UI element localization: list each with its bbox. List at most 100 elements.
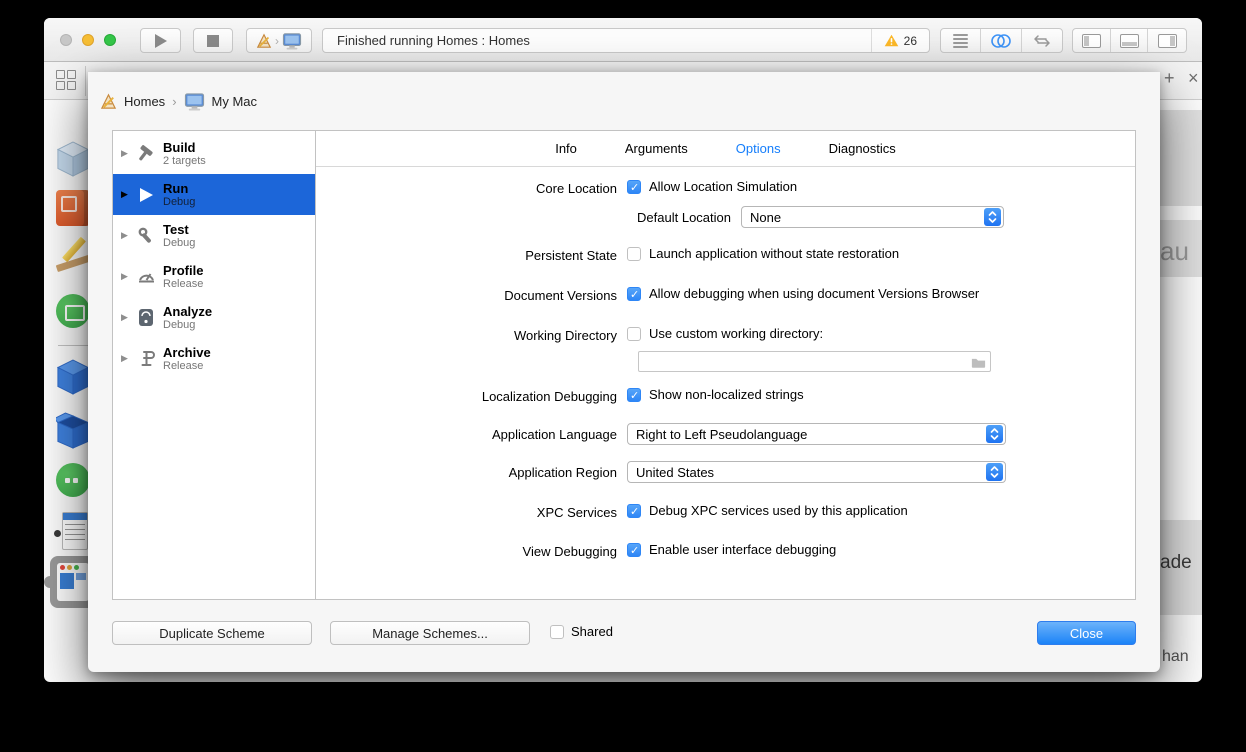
assistant-editor-button[interactable]	[981, 29, 1022, 52]
traffic-close-button[interactable]	[60, 34, 72, 46]
breadcrumb-destination[interactable]: My Mac	[212, 94, 258, 109]
shared-checkbox[interactable]	[550, 624, 564, 639]
allow-location-simulation-checkbox[interactable]	[627, 179, 641, 194]
dot-icon	[54, 530, 61, 537]
assistant-editor-icon	[991, 33, 1011, 48]
blue-cube-icon[interactable]	[56, 358, 90, 401]
sidebar-item-subtitle: Release	[163, 359, 204, 372]
checkbox-label: Debug XPC services used by this applicat…	[649, 503, 908, 518]
sidebar-item-analyze[interactable]: ▶ Analyze Debug	[113, 297, 315, 338]
sidebar-item-test[interactable]: ▶ Test Debug	[113, 215, 315, 256]
custom-working-directory-checkbox[interactable]	[627, 326, 641, 341]
sidebar-item-title: Analyze	[163, 303, 213, 319]
divider	[58, 345, 88, 346]
disclosure-icon[interactable]: ▶	[121, 312, 131, 323]
inspector-toggle-button[interactable]	[1148, 29, 1186, 52]
sidebar-item-title: Run	[163, 180, 189, 196]
form-row-working-directory-field	[316, 351, 1135, 372]
sidebar-item-subtitle: Debug	[163, 236, 196, 249]
disclosure-icon[interactable]: ▶	[121, 271, 131, 282]
row-label: XPC Services	[536, 505, 617, 520]
scheme-panel: ▶ Build 2 targets ▶ Run Debug ▶ Test Deb…	[112, 130, 1136, 600]
disclosure-icon[interactable]: ▶	[121, 189, 131, 200]
popup-stepper-icon	[986, 463, 1003, 481]
traffic-zoom-button[interactable]	[104, 34, 116, 46]
breadcrumb-scheme-name[interactable]: Homes	[124, 94, 165, 109]
state-restoration-checkbox[interactable]	[627, 246, 641, 261]
navigator-panel-icon	[1081, 33, 1101, 48]
manage-schemes-button[interactable]: Manage Schemes...	[330, 621, 530, 645]
application-region-popup[interactable]: United States	[627, 461, 1006, 483]
test-icon	[135, 225, 157, 247]
sidebar-item-title: Profile	[163, 262, 204, 278]
warning-count: 26	[903, 33, 917, 48]
analyze-icon	[135, 307, 157, 329]
warning-badge[interactable]: 26	[870, 29, 929, 52]
grid-icon[interactable]	[56, 70, 78, 92]
close-tab-button[interactable]: ×	[1188, 68, 1199, 89]
stop-button[interactable]	[193, 28, 233, 53]
sidebar-item-title: Archive	[163, 344, 211, 360]
form-row-application-language: Application Language Right to Left Pseud…	[316, 423, 1135, 445]
options-pane: Info Arguments Options Diagnostics Core …	[316, 131, 1135, 599]
disclosure-icon[interactable]: ▶	[121, 353, 131, 364]
chevron-right-icon: ›	[172, 94, 177, 109]
warning-icon	[884, 34, 898, 47]
glass-cube-icon[interactable]	[56, 140, 90, 183]
scheme-selector[interactable]: ›	[246, 28, 312, 53]
working-directory-field[interactable]	[638, 351, 991, 372]
version-editor-button[interactable]	[1022, 29, 1062, 52]
sidebar-item-archive[interactable]: ▶ Archive Release	[113, 338, 315, 379]
tab-diagnostics[interactable]: Diagnostics	[829, 141, 896, 156]
options-form: Core Location Allow Location Simulation …	[316, 167, 1135, 599]
non-localized-strings-checkbox[interactable]	[627, 387, 641, 402]
play-icon	[154, 33, 167, 48]
stop-icon	[207, 34, 219, 47]
ui-debugging-checkbox[interactable]	[627, 542, 641, 557]
checkbox-label: Use custom working directory:	[649, 326, 824, 341]
form-row-working-directory: Working Directory Use custom working dir…	[316, 326, 1135, 346]
application-language-popup[interactable]: Right to Left Pseudolanguage	[627, 423, 1006, 445]
form-row-xpc-services: XPC Services Debug XPC services used by …	[316, 503, 1135, 523]
blue-open-cube-icon[interactable]	[53, 412, 90, 455]
xcode-scheme-icon	[100, 93, 117, 109]
sidebar-item-run[interactable]: ▶ Run Debug	[113, 174, 315, 215]
navigator-toggle-button[interactable]	[1073, 29, 1111, 52]
row-label: Localization Debugging	[481, 389, 617, 404]
document-versions-checkbox[interactable]	[627, 286, 641, 301]
panel-toggle-control	[1072, 28, 1187, 53]
tab-bar: Info Arguments Options Diagnostics	[316, 131, 1135, 167]
run-button[interactable]	[140, 28, 181, 53]
tab-info[interactable]: Info	[555, 141, 577, 156]
folder-icon[interactable]	[971, 356, 986, 368]
form-row-core-location: Core Location Allow Location Simulation	[316, 179, 1135, 199]
disclosure-icon[interactable]: ▶	[121, 230, 131, 241]
sidebar-item-build[interactable]: ▶ Build 2 targets	[113, 133, 315, 174]
menu-template-icon[interactable]	[62, 512, 88, 550]
close-button[interactable]: Close	[1037, 621, 1136, 645]
add-tab-button[interactable]: +	[1164, 68, 1175, 89]
breadcrumb: Homes › My Mac	[100, 92, 257, 111]
popup-stepper-icon	[986, 425, 1003, 443]
toolbar: › Finished running Homes : Homes 26	[44, 18, 1202, 62]
standard-editor-button[interactable]	[941, 29, 982, 52]
green-badge-icon[interactable]	[56, 294, 90, 328]
tab-arguments[interactable]: Arguments	[625, 141, 688, 156]
checkbox-label: Launch application without state restora…	[649, 246, 900, 261]
orange-box-icon[interactable]	[56, 190, 90, 226]
disclosure-icon[interactable]: ▶	[121, 148, 131, 159]
pencil-ruler-icon[interactable]	[55, 236, 92, 276]
popup-value: None	[750, 209, 782, 225]
debug-xpc-checkbox[interactable]	[627, 503, 641, 518]
checkbox-label: Allow Location Simulation	[649, 179, 798, 194]
green-toggle-icon[interactable]	[56, 463, 90, 497]
traffic-minimize-button[interactable]	[82, 34, 94, 46]
tab-options[interactable]: Options	[736, 141, 781, 156]
debug-area-toggle-button[interactable]	[1111, 29, 1149, 52]
truncated-text: au	[1160, 236, 1189, 266]
default-location-popup[interactable]: None	[741, 206, 1004, 228]
duplicate-scheme-button[interactable]: Duplicate Scheme	[112, 621, 312, 645]
sidebar-item-profile[interactable]: ▶ Profile Release	[113, 256, 315, 297]
standard-editor-icon	[953, 32, 969, 50]
xcode-scheme-icon	[256, 32, 272, 48]
